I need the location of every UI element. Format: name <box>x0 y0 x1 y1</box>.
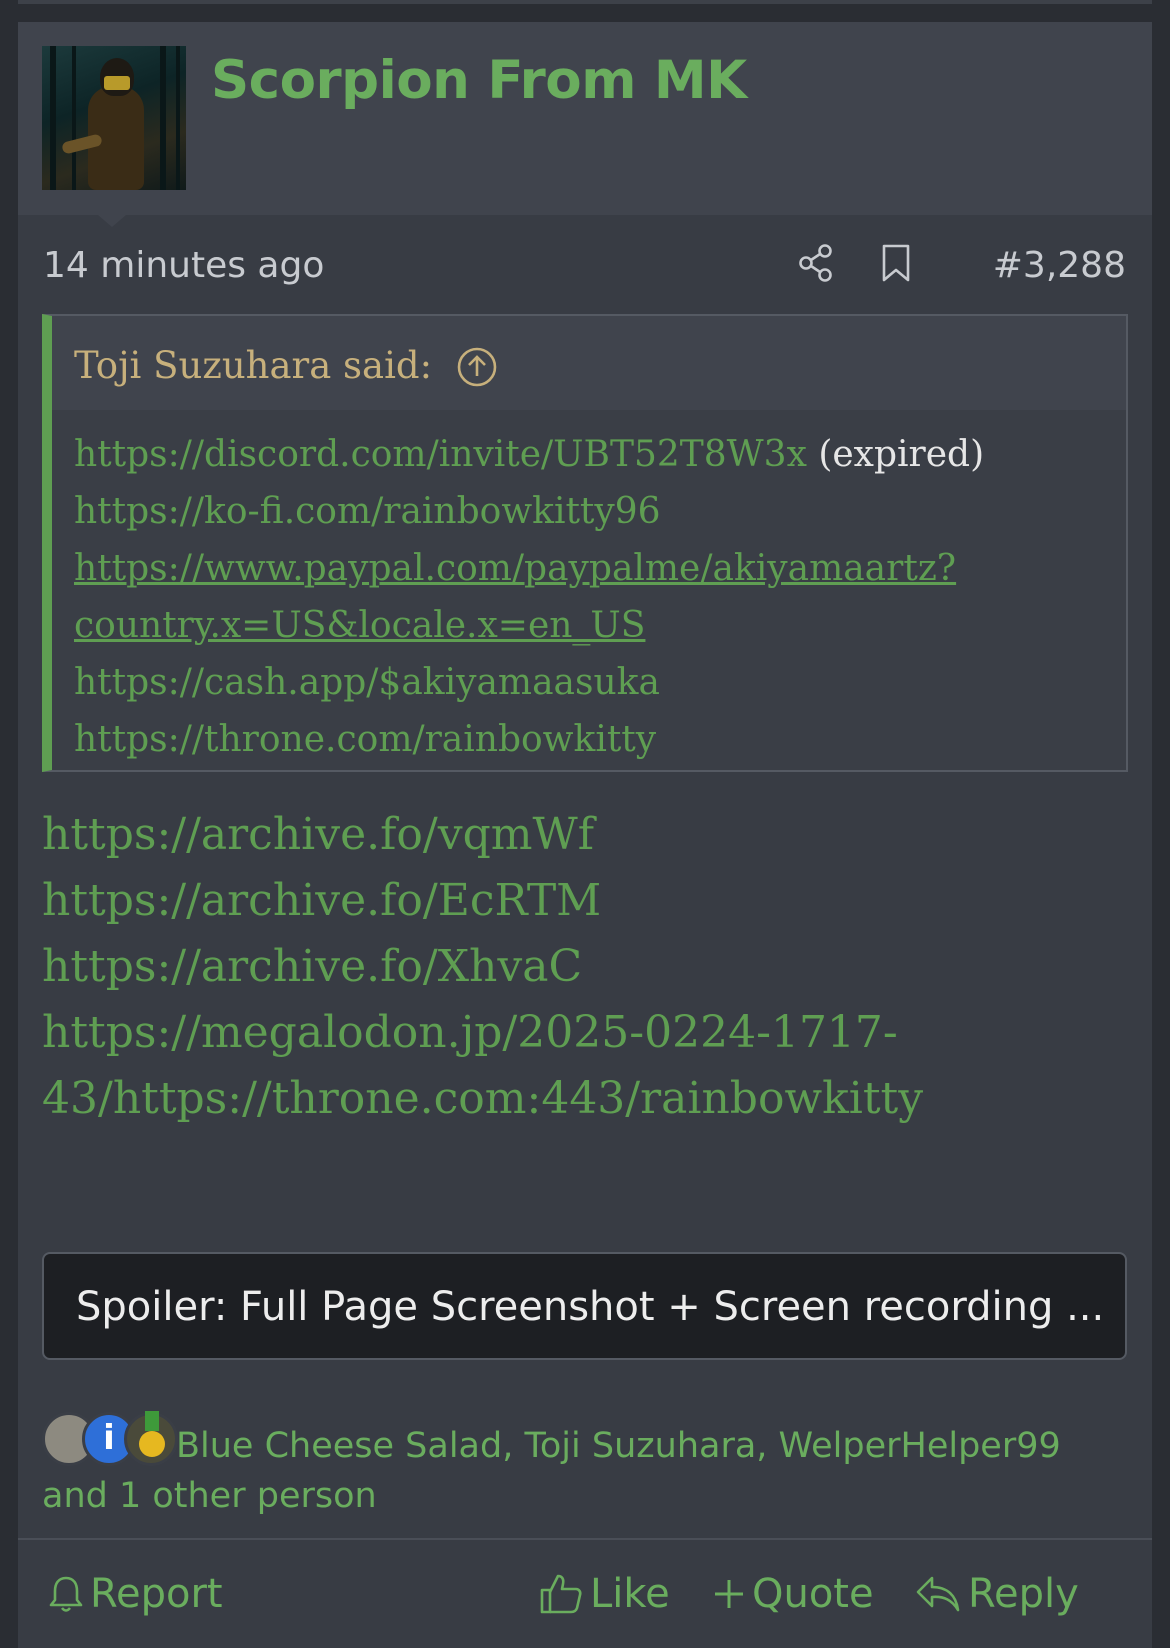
post-timestamp[interactable]: 14 minutes ago <box>43 245 324 286</box>
previous-post-edge <box>18 0 1152 4</box>
reply-icon <box>916 1576 960 1612</box>
reply-label: Reply <box>968 1571 1079 1617</box>
plus-icon <box>715 1580 743 1608</box>
quote-content: https://discord.com/invite/UBT52T8W3x (e… <box>52 410 1126 768</box>
quote-block: Toji Suzuhara said: https://discord.com/… <box>42 314 1128 772</box>
quote-label: Quote <box>752 1571 874 1617</box>
bell-icon <box>49 1576 83 1612</box>
archive-link[interactable]: https://archive.fo/XhvaC <box>42 934 923 1000</box>
report-label: Report <box>90 1571 223 1617</box>
expired-note: (expired) <box>806 434 985 475</box>
bookmark-icon[interactable] <box>880 243 912 287</box>
medal-reaction-icon <box>124 1411 178 1466</box>
thumbs-up-icon <box>540 1574 582 1614</box>
post-actions: Report Like Quote Reply <box>18 1538 1152 1648</box>
quote-attribution: Toji Suzuhara said: <box>74 344 433 387</box>
post-author[interactable]: Scorpion From MK <box>211 50 747 111</box>
post-meta: 14 minutes ago #3,288 <box>18 215 1152 310</box>
megalodon-link-continued[interactable]: 43/https://throne.com:443/rainbowkitty <box>42 1066 923 1132</box>
quote-link-continued[interactable]: country.x=US&locale.x=en_US <box>74 597 1104 654</box>
reaction-users[interactable]: Blue Cheese Salad, Toji Suzuhara, Welper… <box>176 1426 1061 1466</box>
archive-link[interactable]: https://archive.fo/EcRTM <box>42 868 923 934</box>
post-body-links: https://archive.fo/vqmWf https://archive… <box>42 802 923 1132</box>
spoiler-button[interactable]: Spoiler: Full Page Screenshot + Screen r… <box>42 1252 1127 1360</box>
quote-link[interactable]: https://ko-fi.com/rainbowkitty96 <box>74 483 1104 540</box>
quote-link[interactable]: https://discord.com/invite/UBT52T8W3x <box>74 434 807 475</box>
reply-button[interactable]: Reply <box>914 1540 1079 1648</box>
quote-header: Toji Suzuhara said: <box>52 316 1126 410</box>
avatar[interactable] <box>42 46 186 190</box>
report-button[interactable]: Report <box>48 1540 223 1648</box>
quote-link[interactable]: https://www.paypal.com/paypalme/akiyamaa… <box>74 540 1104 597</box>
archive-link[interactable]: https://archive.fo/vqmWf <box>42 802 923 868</box>
share-icon[interactable] <box>798 243 834 287</box>
like-label: Like <box>590 1571 670 1617</box>
quote-link[interactable]: https://cash.app/$akiyamaasuka <box>74 654 1104 711</box>
quote-link[interactable]: https://throne.com/rainbowkitty <box>74 711 1104 768</box>
post-header: Scorpion From MK <box>18 22 1152 227</box>
reaction-others[interactable]: and 1 other person <box>42 1476 377 1516</box>
quote-button[interactable]: Quote <box>712 1540 874 1648</box>
forum-post: Scorpion From MK 14 minutes ago #3,288 T… <box>18 22 1152 1648</box>
post-number[interactable]: #3,288 <box>993 245 1126 286</box>
megalodon-link[interactable]: https://megalodon.jp/2025-0224-1717- <box>42 1000 923 1066</box>
jump-to-quote-icon[interactable] <box>456 346 498 397</box>
like-button[interactable]: Like <box>538 1540 670 1648</box>
